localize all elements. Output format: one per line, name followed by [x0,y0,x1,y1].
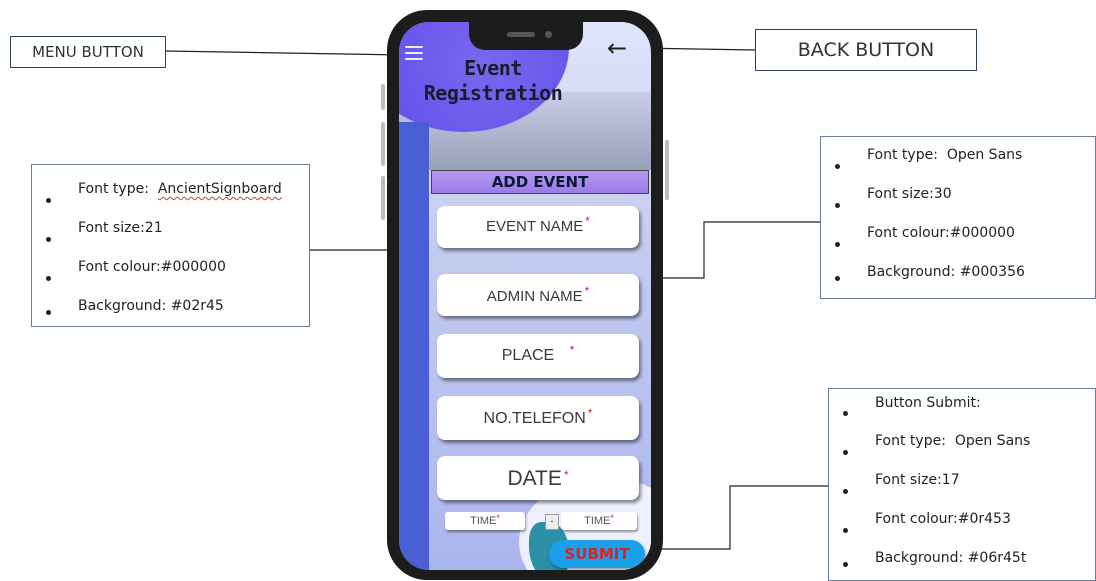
list-item: Font type: Open Sans [835,147,1095,186]
volume-up-button [381,122,385,166]
back-button-callout: BACK BUTTON [755,29,977,71]
back-arrow-icon[interactable]: ← [607,36,627,60]
submit-button[interactable]: SUBMIT [549,540,645,568]
date-field[interactable]: DATE * [437,456,639,500]
section-header: ADD EVENT [431,170,649,194]
place-field[interactable]: PLACE * [437,334,639,378]
side-stripe [399,122,429,570]
title-font-note: Font type: AncientSignboard Font size:21… [31,164,310,327]
list-item: Font colour:#0r453 [843,511,1095,550]
required-marker: * [585,214,590,228]
required-marker: * [587,406,593,420]
list-item: Font type: Open Sans [843,433,1095,472]
required-marker: * [563,468,569,482]
start-time-field[interactable]: TIME* [445,512,525,530]
list-item: Font size:21 [46,220,309,259]
event-name-field[interactable]: EVENT NAME * [437,206,639,248]
required-marker: * [584,284,590,298]
field-font-note: Font type: Open Sans Font size:30 Font c… [820,136,1096,299]
list-item: Font type: AncientSignboard [46,181,309,220]
submit-button-list: Button Submit: Font type: Open Sans Font… [829,395,1095,580]
back-button-callout-label: BACK BUTTON [797,39,935,61]
required-marker: * [569,343,575,357]
admin-name-field[interactable]: ADMIN NAME * [437,274,639,316]
list-item: Button Submit: [843,395,1095,433]
title-line-1: Event [464,56,522,80]
app-screen: ← Event Registration ADD EVENT EVENT NAM… [399,22,651,570]
title-font-list: Font type: AncientSignboard Font size:21… [32,181,309,328]
volume-button [381,84,385,110]
power-button [665,140,669,200]
title-line-2: Registration [423,81,563,105]
submit-button-note: Button Submit: Font type: Open Sans Font… [828,388,1096,581]
speaker [507,32,535,37]
page-title: Event Registration [413,56,573,106]
field-font-list: Font type: Open Sans Font size:30 Font c… [821,147,1095,294]
list-item: Background: #000356 [835,264,1095,294]
end-time-field[interactable]: TIME* [561,512,637,530]
phone-notch [469,22,583,50]
list-item: Font size:17 [843,472,1095,511]
front-camera [545,31,552,38]
phone-mockup: ← Event Registration ADD EVENT EVENT NAM… [381,10,669,580]
list-item: Font colour:#000000 [835,225,1095,264]
list-item: Font size:30 [835,186,1095,225]
menu-button-callout-label: MENU BUTTON [32,43,144,61]
list-item: Background: #02r45 [46,298,309,328]
required-marker: * [610,513,614,523]
phone-number-field[interactable]: NO.TELEFON * [437,396,639,440]
menu-button-callout: MENU BUTTON [10,36,166,68]
list-item: Background: #06r45t [843,550,1095,580]
list-item: Font colour:#000000 [46,259,309,298]
time-separator: - [545,514,559,530]
required-marker: * [496,513,500,523]
volume-down-button [381,176,385,220]
